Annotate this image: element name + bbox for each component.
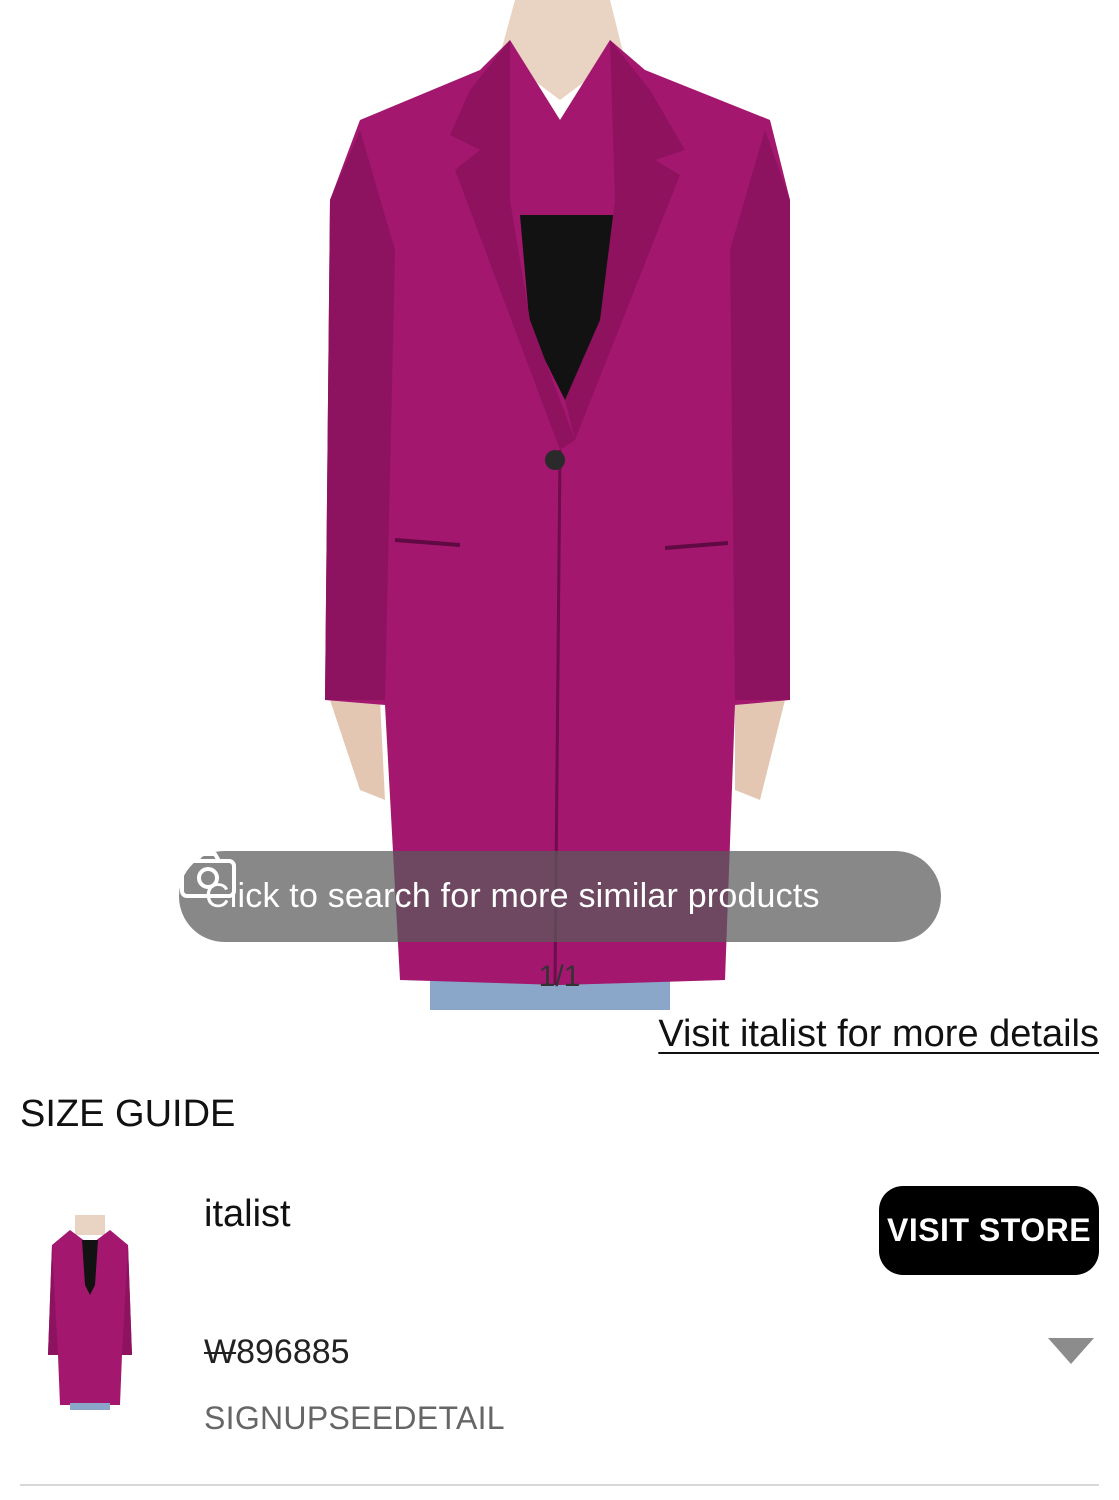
- divider: [20, 1484, 1099, 1486]
- triangle-down-icon[interactable]: [1046, 1336, 1096, 1366]
- price-value: 896885: [236, 1333, 350, 1371]
- currency-symbol: W: [204, 1333, 237, 1371]
- visit-store-button[interactable]: VISIT STORE: [879, 1186, 1099, 1275]
- offer-thumbnail[interactable]: [40, 1215, 140, 1410]
- image-pager: 1/1: [538, 960, 581, 993]
- similar-products-search-button[interactable]: Click to search for more similar product…: [179, 851, 941, 942]
- product-image[interactable]: Click to search for more similar product…: [0, 0, 1119, 1010]
- signup-see-detail[interactable]: SIGNUPSEEDETAIL: [204, 1400, 505, 1437]
- store-name: italist: [204, 1193, 291, 1235]
- camera-icon: [180, 852, 236, 898]
- size-guide-link[interactable]: SIZE GUIDE: [20, 1093, 235, 1136]
- visit-italist-link[interactable]: Visit italist for more details: [658, 1013, 1099, 1056]
- similar-products-label: Click to search for more similar product…: [205, 877, 820, 915]
- offer-price: W896885: [204, 1333, 350, 1372]
